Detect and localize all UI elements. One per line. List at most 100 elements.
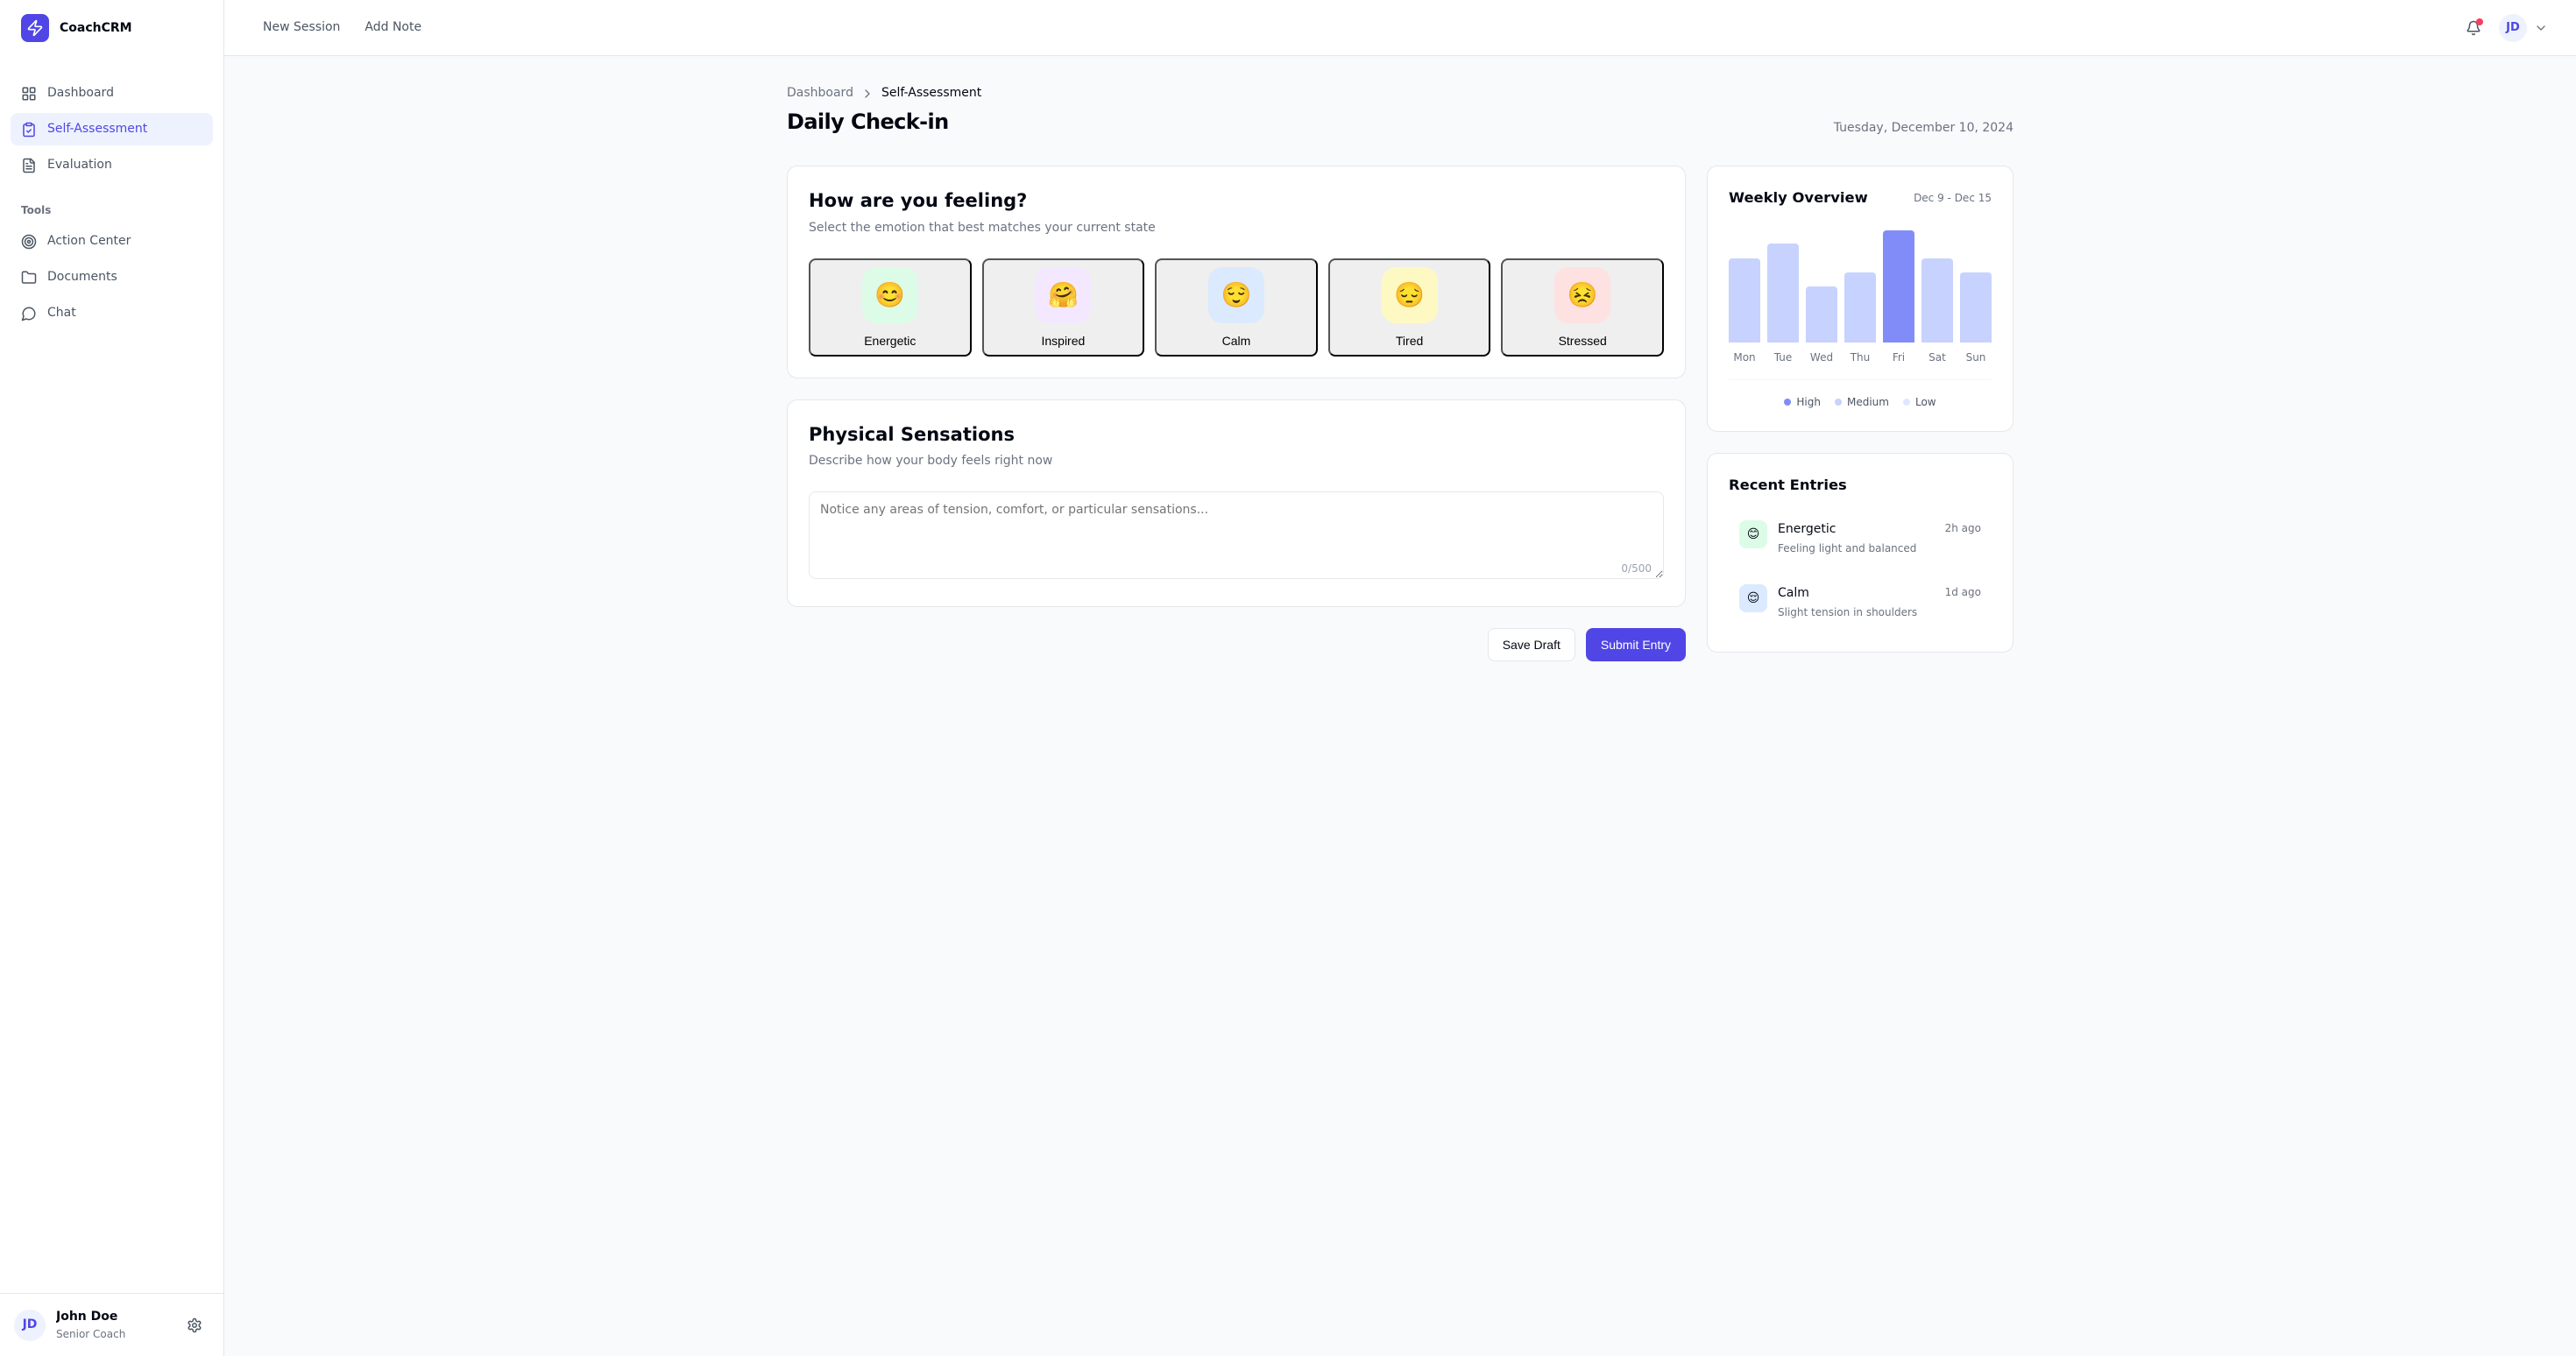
user-name: John Doe: [56, 1308, 169, 1326]
emotion-emoji: 😊: [862, 267, 918, 323]
entry-desc: Feeling light and balanced: [1778, 540, 1981, 556]
user-meta: John Doe Senior Coach: [56, 1308, 169, 1342]
chart-bar[interactable]: [1806, 286, 1837, 343]
sidebar-item-action-center[interactable]: Action Center: [11, 225, 213, 258]
entry-item[interactable]: 😊 Energetic 2h agoFeeling light and balanc…: [1729, 510, 1992, 567]
chart-day-label: Thu: [1844, 350, 1876, 365]
entries-title: Recent Entries: [1729, 475, 1992, 497]
legend-item: Medium: [1835, 394, 1889, 410]
topbar-new-session[interactable]: New Session: [252, 11, 350, 44]
chevron-down-icon: [2534, 21, 2548, 35]
clipboard-check-icon: [21, 122, 37, 138]
app-logo: [21, 14, 49, 42]
emotion-emoji: 😌: [1208, 267, 1264, 323]
chevron-right-icon: [860, 87, 874, 101]
sidebar-item-label: Documents: [47, 268, 117, 286]
legend-label: High: [1796, 394, 1821, 410]
chart-day-label: Wed: [1806, 350, 1837, 365]
sidebar-item-label: Self-Assessment: [47, 120, 147, 138]
legend-label: Low: [1915, 394, 1936, 410]
legend-item: High: [1784, 394, 1821, 410]
sidebar-header: CoachCRM: [0, 0, 223, 56]
chart-day-label: Fri: [1883, 350, 1914, 365]
chart-bar[interactable]: [1729, 258, 1760, 343]
sidebar-item-documents[interactable]: Documents: [11, 261, 213, 293]
chart-bar[interactable]: [1960, 272, 1992, 342]
sidebar-item-self-assessment[interactable]: Self-Assessment: [11, 113, 213, 145]
sidebar-item-label: Dashboard: [47, 84, 114, 102]
feeling-card: How are you feeling? Select the emotion …: [787, 166, 1686, 378]
right-column: Weekly Overview Dec 9 - Dec 15 Mon Tue Wed…: [1707, 166, 2013, 661]
folder-icon: [21, 270, 37, 286]
legend-dot: [1784, 399, 1791, 406]
sidebar-item-chat[interactable]: Chat: [11, 297, 213, 329]
chart-day-label: Tue: [1767, 350, 1799, 365]
emotion-option[interactable]: 😣 Stressed: [1501, 258, 1664, 357]
zap-icon: [26, 19, 44, 37]
char-counter: 0/500: [1621, 561, 1652, 576]
emotion-option[interactable]: 😊 Energetic: [809, 258, 972, 357]
overview-title: Weekly Overview: [1729, 187, 1868, 209]
chat-icon: [21, 306, 37, 321]
save-draft-button[interactable]: Save Draft: [1488, 628, 1575, 661]
left-column: How are you feeling? Select the emotion …: [787, 166, 1686, 661]
legend-dot: [1903, 399, 1910, 406]
emotion-option[interactable]: 😔Tired: [1328, 258, 1491, 357]
entry-emoji: 😊: [1739, 520, 1767, 548]
sidebar-item-label: Chat: [47, 304, 76, 322]
emotion-label: Energetic: [864, 334, 916, 348]
submit-entry-button[interactable]: Submit Entry: [1586, 628, 1686, 661]
user-avatar: JD: [14, 1310, 46, 1341]
chart-bar[interactable]: [1921, 258, 1953, 343]
sidebar-section-tools: Tools: [11, 202, 213, 218]
chart-day-label: Sun: [1960, 350, 1992, 365]
gear-icon: [187, 1317, 202, 1333]
chart-bar[interactable]: [1767, 244, 1799, 343]
legend-item: Low: [1903, 394, 1936, 410]
notifications-button[interactable]: [2459, 13, 2488, 43]
emotion-emoji: 😔: [1382, 267, 1438, 323]
emotion-option[interactable]: 🤗 Inspired: [982, 258, 1145, 357]
entry-time: 2h ago: [1945, 520, 1981, 539]
entry-emotion: Energetic: [1778, 520, 1836, 539]
chart-labels: Mon Tue Wed Thu Fri Sat Sun: [1729, 350, 1992, 365]
sidebar: CoachCRM Dashboard Self-Assessment Evalu…: [0, 0, 224, 1356]
feeling-desc: Select the emotion that best matches you…: [809, 219, 1664, 237]
chart-bar[interactable]: [1844, 272, 1876, 342]
physical-title: Physical Sensations: [809, 421, 1664, 449]
emotion-emoji: 🤗: [1035, 267, 1091, 323]
emotion-emoji: 😣: [1554, 267, 1610, 323]
feeling-title: How are you feeling?: [809, 187, 1664, 215]
file-text-icon: [21, 158, 37, 173]
sidebar-footer: JD John Doe Senior Coach: [0, 1293, 223, 1356]
topbar: New Session Add Note JD: [224, 0, 2576, 56]
topbar-add-note[interactable]: Add Note: [354, 11, 432, 44]
emotion-label: Stressed: [1559, 334, 1607, 348]
entries-list: 😊 Energetic 2h agoFeeling light and balanc…: [1729, 510, 1992, 631]
sidebar-item-evaluation[interactable]: Evaluation: [11, 149, 213, 181]
emotion-grid: 😊 Energetic 🤗 Inspired 😌 Calm 😔Tired 😣 Stressed: [809, 258, 1664, 357]
page-title: Daily Check-in: [787, 106, 949, 138]
emotion-option[interactable]: 😌 Calm: [1155, 258, 1318, 357]
entry-emoji: 😌: [1739, 584, 1767, 612]
app-name: CoachCRM: [60, 19, 132, 38]
physical-textarea[interactable]: [809, 491, 1664, 579]
emotion-label: Calm: [1222, 334, 1251, 348]
chart-legend: High Medium Low: [1729, 379, 1992, 410]
form-actions: Save Draft Submit Entry: [787, 628, 1686, 661]
legend-dot: [1835, 399, 1842, 406]
overview-card: Weekly Overview Dec 9 - Dec 15 Mon Tue Wed…: [1707, 166, 2013, 432]
emotion-label: Inspired: [1041, 334, 1085, 348]
chart-day-label: Mon: [1729, 350, 1760, 365]
entry-emotion: Calm: [1778, 584, 1809, 603]
user-menu-trigger[interactable]: JD: [2499, 14, 2548, 42]
settings-button[interactable]: [180, 1310, 209, 1340]
breadcrumb-dashboard[interactable]: Dashboard: [787, 84, 853, 102]
chart-day-label: Sat: [1921, 350, 1953, 365]
entry-item[interactable]: 😌Calm1d agoSlight tension in shoulders: [1729, 574, 1992, 631]
overview-range: Dec 9 - Dec 15: [1914, 190, 1992, 206]
page-date: Tuesday, December 10, 2024: [1834, 119, 2013, 138]
chart-bar[interactable]: [1883, 230, 1914, 343]
sidebar-nav: Dashboard Self-Assessment Evaluation Too…: [0, 56, 223, 1293]
sidebar-item-dashboard[interactable]: Dashboard: [11, 77, 213, 109]
